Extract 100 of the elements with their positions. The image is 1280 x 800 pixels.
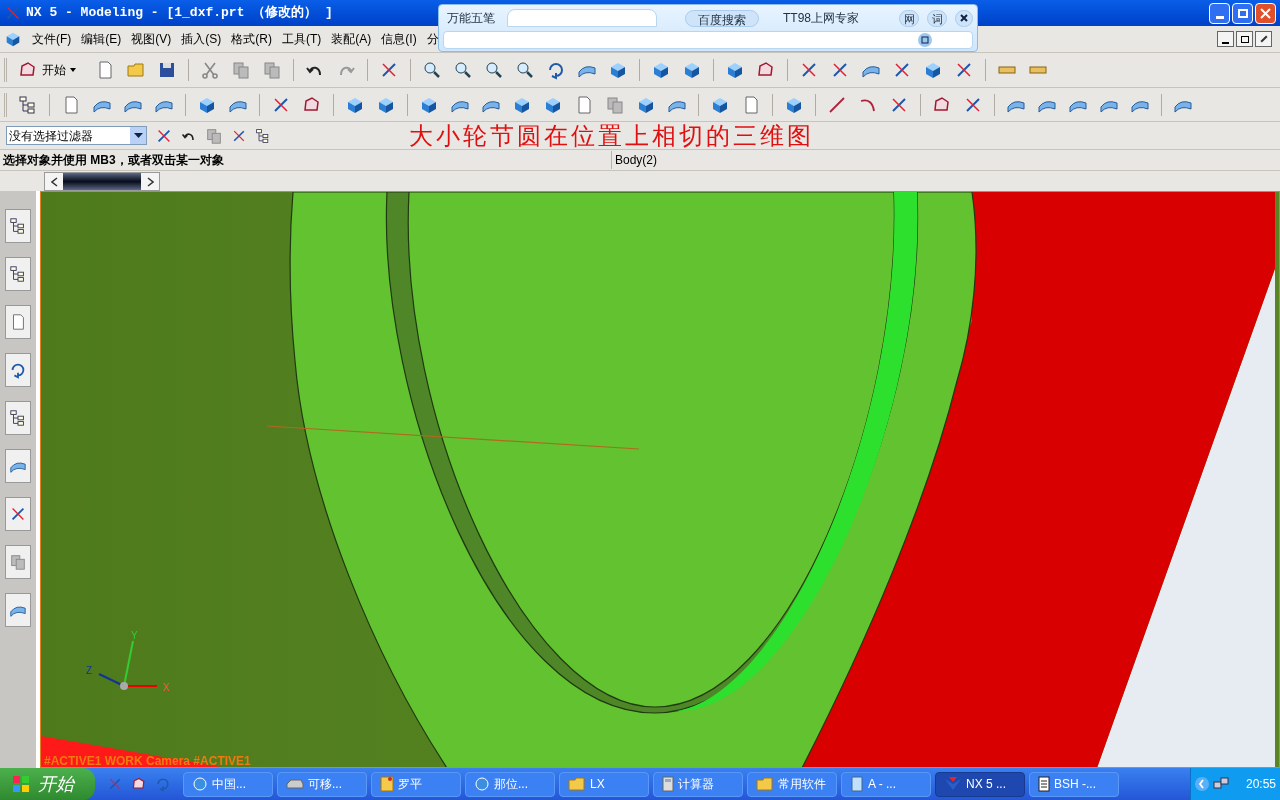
note-icon — [380, 776, 394, 792]
windows-logo-icon — [12, 775, 30, 793]
menu-item[interactable]: 信息(I) — [381, 30, 417, 48]
copy-icon — [262, 60, 282, 80]
folder-icon — [126, 60, 146, 80]
taskbar-button[interactable]: A - ... — [841, 771, 931, 797]
ime-name: 万能五笔 — [446, 10, 496, 27]
menu-item[interactable]: 视图(V) — [131, 30, 172, 48]
selection-filter-dropdown[interactable]: 没有选择过滤器 — [6, 126, 147, 145]
copy-icon — [9, 553, 27, 571]
zoom-icon — [484, 60, 504, 80]
copy-icon — [205, 126, 223, 145]
menu-item[interactable]: 工具(T) — [282, 30, 322, 48]
cube-icon — [4, 30, 22, 48]
doc-restore-button[interactable] — [1236, 31, 1253, 47]
folder-icon — [756, 777, 774, 791]
taskbar-button[interactable]: 计算器 — [653, 771, 743, 797]
start-button[interactable]: 开始 — [0, 768, 95, 800]
caption-text: 大小轮节圆在位置上相切的三维图 — [409, 120, 814, 152]
taskbar-button[interactable]: 罗平 — [371, 771, 461, 797]
close-icon — [1260, 7, 1271, 19]
cube-icon — [923, 60, 943, 80]
menu-item[interactable]: 分 — [426, 30, 439, 48]
axis-triad-drawing — [98, 640, 158, 690]
view-label: #ACTIVE1 WORK Camera #ACTIVE1 — [44, 754, 251, 767]
chevron-left-icon — [50, 176, 58, 187]
tab-scroller[interactable] — [44, 172, 160, 191]
clock: 20:55 — [1245, 776, 1276, 793]
browser-icon — [474, 776, 490, 792]
restore-button[interactable] — [1232, 2, 1253, 24]
document-icon — [850, 776, 864, 792]
word-button[interactable]: 词 — [927, 9, 947, 27]
tree-icon — [18, 94, 38, 115]
minimize-button[interactable] — [1209, 2, 1230, 24]
scissors-icon — [200, 60, 220, 80]
chevron-right-icon — [146, 176, 154, 187]
chevron-left-icon — [1195, 777, 1209, 791]
ime-input-field[interactable] — [443, 31, 973, 49]
menu-item[interactable]: 编辑(E) — [81, 30, 122, 48]
resource-tab[interactable] — [5, 305, 31, 339]
window-title: NX 5 - Modeling - [1_dxf.prt （修改的） ] — [26, 4, 333, 23]
axis-label: Z — [86, 665, 93, 676]
cube-icon — [725, 60, 745, 80]
rotate-icon — [9, 361, 27, 379]
close-button[interactable] — [955, 9, 973, 27]
tree-icon — [9, 409, 27, 427]
menu-item[interactable]: 装配(A) — [331, 30, 372, 48]
cube-icon — [682, 60, 702, 80]
calculator-icon — [662, 776, 674, 792]
resource-tab[interactable] — [5, 401, 31, 435]
taskbar-button[interactable]: LX — [559, 771, 649, 797]
cube-icon — [651, 60, 671, 80]
menu-item[interactable]: 格式(R) — [231, 30, 272, 48]
tree-icon — [9, 265, 27, 283]
tree-icon — [255, 127, 271, 144]
menu-item[interactable]: 文件(F) — [32, 30, 72, 48]
search-button[interactable]: 百度搜索 — [685, 9, 759, 27]
folder-icon — [568, 777, 586, 791]
taskbar-button[interactable]: 可移... — [277, 771, 367, 797]
resource-tab[interactable] — [5, 257, 31, 291]
start-menu-button[interactable]: 开始 — [14, 57, 80, 83]
app-logo-icon — [944, 776, 962, 792]
cube-icon — [608, 60, 628, 80]
zoom-icon — [453, 60, 473, 80]
doc-close-button[interactable] — [1255, 31, 1272, 47]
web-button[interactable]: 网 — [899, 9, 919, 27]
close-icon — [960, 14, 968, 22]
drive-icon — [286, 778, 304, 790]
resource-tab[interactable] — [5, 449, 31, 483]
shape-icon — [131, 776, 147, 792]
taskbar-button[interactable]: 常用软件 — [747, 771, 837, 797]
taskbar-button[interactable]: BSH -... — [1029, 771, 1119, 797]
doc-minimize-button[interactable] — [1217, 31, 1234, 47]
resource-tab[interactable] — [5, 209, 31, 243]
tree-icon — [9, 217, 27, 235]
restore-icon — [918, 33, 932, 47]
network-icon — [1213, 777, 1229, 791]
web-expert-link[interactable]: TT98上网专家 — [783, 9, 859, 27]
resource-tab[interactable] — [5, 593, 31, 627]
zoom-icon — [422, 60, 442, 80]
cue-line-text: 选择对象并使用 MB3，或者双击某一对象 — [2, 152, 225, 169]
axis-label: X — [163, 682, 170, 693]
rotate-icon — [155, 776, 171, 792]
line-icon — [827, 94, 847, 115]
menu-item[interactable]: 插入(S) — [181, 30, 222, 48]
browser-icon — [192, 776, 208, 792]
resource-tab[interactable] — [5, 353, 31, 387]
caret-icon — [133, 133, 143, 138]
taskbar-button[interactable]: 那位... — [465, 771, 555, 797]
taskbar-button[interactable]: NX 5 ... — [935, 771, 1025, 797]
axis-label: Y — [131, 630, 138, 641]
resource-tab[interactable] — [5, 497, 31, 531]
status-text: Body(2) — [611, 151, 1280, 169]
scroll-thumb[interactable] — [63, 173, 141, 190]
taskbar-button[interactable]: 中国... — [183, 771, 273, 797]
notepad-icon — [1038, 776, 1050, 792]
copy-icon — [231, 60, 251, 80]
rotate-icon — [546, 60, 566, 80]
caret-icon — [70, 68, 76, 72]
copy-icon — [605, 94, 625, 115]
